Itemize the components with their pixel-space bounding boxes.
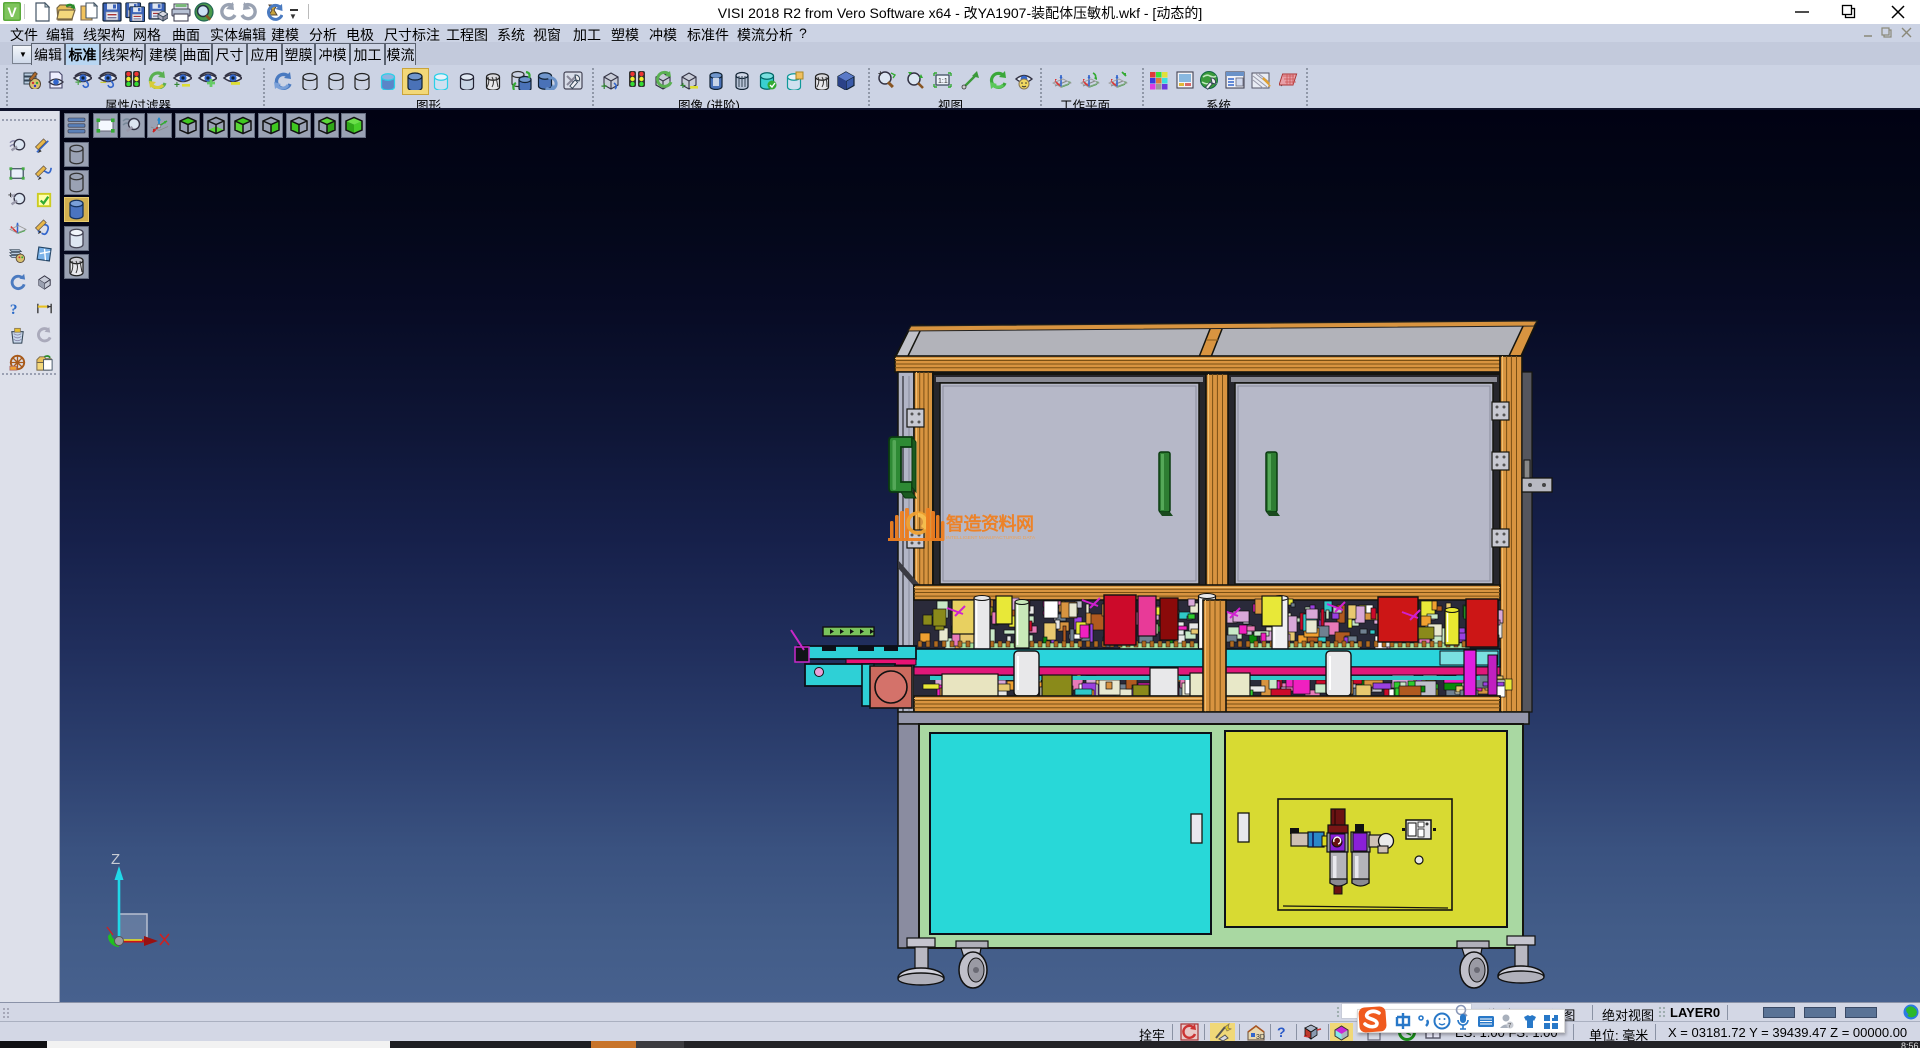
svg-text:Z: Z [111,851,120,868]
svg-text:3D: 3D [1256,1034,1265,1041]
svg-text:+: + [601,81,607,90]
svg-text:INTELLIGENT MANUFACTURING DATA: INTELLIGENT MANUFACTURING DATA [946,535,1036,541]
svg-text:1:1: 1:1 [938,78,948,85]
svg-text:?: ? [10,301,18,318]
svg-text:+: + [878,70,883,78]
svg-text:V: V [7,4,17,20]
svg-text:−: − [100,77,106,89]
svg-text:智造资料网: 智造资料网 [946,513,1034,534]
svg-text:+: + [174,80,180,89]
svg-text:+: + [680,81,686,90]
svg-text:+: + [75,77,81,89]
